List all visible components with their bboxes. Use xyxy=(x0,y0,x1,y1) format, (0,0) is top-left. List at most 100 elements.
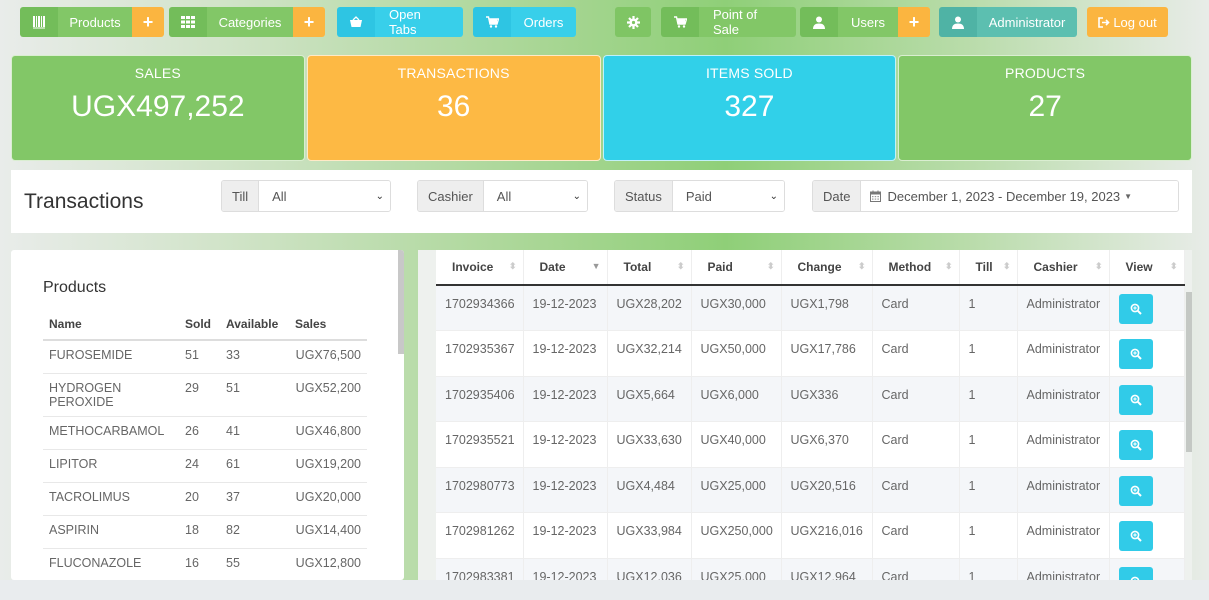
orders-button-group: Orders xyxy=(473,7,576,37)
stat-value: 27 xyxy=(1028,90,1062,123)
cashier-select[interactable]: All ⌄ xyxy=(483,181,587,211)
point-of-sale-button[interactable]: Point of Sale xyxy=(699,7,796,37)
chevron-down-icon: ⌄ xyxy=(769,190,778,202)
product-sold: 29 xyxy=(179,372,220,416)
sort-icon: ⬍ xyxy=(676,261,685,271)
column-header-sales: Sales xyxy=(289,310,367,341)
sort-desc-icon: ▼ xyxy=(591,261,601,271)
column-header-paid[interactable]: Paid ⬍ xyxy=(691,250,782,286)
column-header-method[interactable]: Method ⬍ xyxy=(872,250,960,286)
transaction-method: Card xyxy=(872,330,960,376)
barcode-icon[interactable] xyxy=(20,7,58,37)
grid-icon[interactable] xyxy=(169,7,207,37)
date-label: Date xyxy=(813,181,862,211)
user-icon[interactable] xyxy=(939,7,977,37)
product-sales: UGX52,200 xyxy=(289,372,367,416)
column-header-label: Total xyxy=(623,260,652,274)
transaction-total: UGX5,664 xyxy=(607,375,692,422)
users-button[interactable]: Users xyxy=(838,7,898,37)
logout-button[interactable]: Log out xyxy=(1087,7,1168,37)
transactions-scrollbar[interactable] xyxy=(1186,292,1192,452)
transaction-invoice: 1702934366 xyxy=(436,284,524,331)
sort-icon: ⬍ xyxy=(1002,261,1011,271)
status-select-value: Paid xyxy=(685,188,712,204)
basket-icon[interactable] xyxy=(337,7,375,37)
transactions-table: Invoice ⬍ Date ▼ Total ⬍ Paid ⬍ Change ⬍ Method ⬍ Ti… xyxy=(436,250,1185,580)
view-transaction-button[interactable] xyxy=(1118,566,1153,580)
stat-title: ITEMS SOLD xyxy=(705,65,793,81)
products-table: Name Sold Available Sales FUROSEMIDE 51 33… xyxy=(43,310,367,580)
filter-bar: Transactions Till All ⌄ Cashier All ⌄ St… xyxy=(11,170,1192,233)
view-transaction-button[interactable] xyxy=(1118,430,1153,460)
till-filter: Till All ⌄ xyxy=(221,180,391,212)
column-header-label: Cashier xyxy=(1033,260,1078,274)
transaction-paid: UGX50,000 xyxy=(691,330,782,376)
add-category-button[interactable]: + xyxy=(293,7,325,37)
products-heading: Products xyxy=(43,279,107,296)
column-header-invoice[interactable]: Invoice ⬍ xyxy=(436,250,524,286)
products-scrollbar[interactable] xyxy=(398,250,404,354)
sort-icon: ⬍ xyxy=(766,261,775,271)
column-header-till[interactable]: Till ⬍ xyxy=(959,250,1018,286)
add-user-button[interactable]: + xyxy=(898,7,930,37)
date-range-value: December 1, 2023 - December 19, 2023 xyxy=(887,188,1121,204)
transactions-table-wrapper: Invoice ⬍ Date ▼ Total ⬍ Paid ⬍ Change ⬍ Method ⬍ Ti… xyxy=(436,250,1185,580)
transaction-change: UGX17,786 xyxy=(781,330,873,376)
transaction-cashier: Administrator xyxy=(1017,512,1110,558)
view-transaction-button[interactable] xyxy=(1118,521,1153,551)
column-header-cashier[interactable]: Cashier ⬍ xyxy=(1017,250,1110,286)
transaction-view-cell xyxy=(1109,375,1185,422)
view-transaction-button[interactable] xyxy=(1118,294,1153,324)
transaction-view-cell xyxy=(1109,330,1185,376)
transaction-view-cell xyxy=(1109,421,1185,467)
open-tabs-button[interactable]: Open Tabs xyxy=(375,7,463,37)
view-transaction-button[interactable] xyxy=(1118,384,1153,415)
products-button[interactable]: Products xyxy=(58,7,132,37)
add-product-button[interactable]: + xyxy=(132,7,164,37)
view-transaction-button[interactable] xyxy=(1118,475,1153,506)
product-sold: 24 xyxy=(179,448,220,482)
transaction-total: UGX32,214 xyxy=(607,330,692,376)
gear-icon[interactable] xyxy=(615,7,651,37)
transaction-method: Card xyxy=(872,557,960,580)
page-footer-area xyxy=(0,580,1209,600)
caret-down-icon: ▼ xyxy=(1124,191,1133,201)
column-header-change[interactable]: Change ⬍ xyxy=(781,250,873,286)
transaction-till: 1 xyxy=(959,375,1018,422)
status-select[interactable]: Paid ⌄ xyxy=(672,181,784,211)
administrator-button-group: Administrator xyxy=(939,7,1077,37)
sign-out-icon xyxy=(1098,16,1110,28)
product-name: METHOCARBAMOL xyxy=(43,415,179,449)
transaction-method: Card xyxy=(872,284,960,331)
transaction-cashier: Administrator xyxy=(1017,421,1110,467)
point-of-sale-button-group: Point of Sale xyxy=(661,7,796,37)
till-label: Till xyxy=(222,181,260,211)
users-button-group: Users + xyxy=(800,7,930,37)
transaction-till: 1 xyxy=(959,421,1018,467)
transaction-till: 1 xyxy=(959,466,1018,513)
cart-icon[interactable] xyxy=(473,7,511,37)
categories-button-group: Categories + xyxy=(169,7,325,37)
cart-icon[interactable] xyxy=(661,7,699,37)
transaction-invoice: 1702983381 xyxy=(436,557,524,580)
status-label: Status xyxy=(615,181,673,211)
transaction-date: 19-12-2023 xyxy=(523,466,608,513)
product-name: LIPITOR xyxy=(43,448,179,482)
orders-button[interactable]: Orders xyxy=(511,7,576,37)
till-select[interactable]: All ⌄ xyxy=(259,181,390,211)
column-header-view[interactable]: View ⬍ xyxy=(1109,250,1185,286)
transaction-cashier: Administrator xyxy=(1017,330,1110,376)
administrator-button[interactable]: Administrator xyxy=(977,7,1077,37)
date-range-picker[interactable]: December 1, 2023 - December 19, 2023 ▼ xyxy=(861,181,1178,211)
categories-button[interactable]: Categories xyxy=(207,7,293,37)
product-available: 55 xyxy=(220,547,289,580)
transaction-paid: UGX6,000 xyxy=(691,375,782,422)
top-nav: Products + Categories + Open Tabs Orders… xyxy=(0,7,1209,37)
product-row: HYDROGEN PEROXIDE 29 51 UGX52,200 xyxy=(43,372,367,416)
transaction-view-cell xyxy=(1109,284,1185,331)
view-transaction-button[interactable] xyxy=(1118,339,1153,369)
user-icon[interactable] xyxy=(800,7,838,37)
column-header-date[interactable]: Date ▼ xyxy=(523,250,608,286)
column-header-total[interactable]: Total ⬍ xyxy=(607,250,692,286)
transaction-cashier: Administrator xyxy=(1017,284,1110,331)
